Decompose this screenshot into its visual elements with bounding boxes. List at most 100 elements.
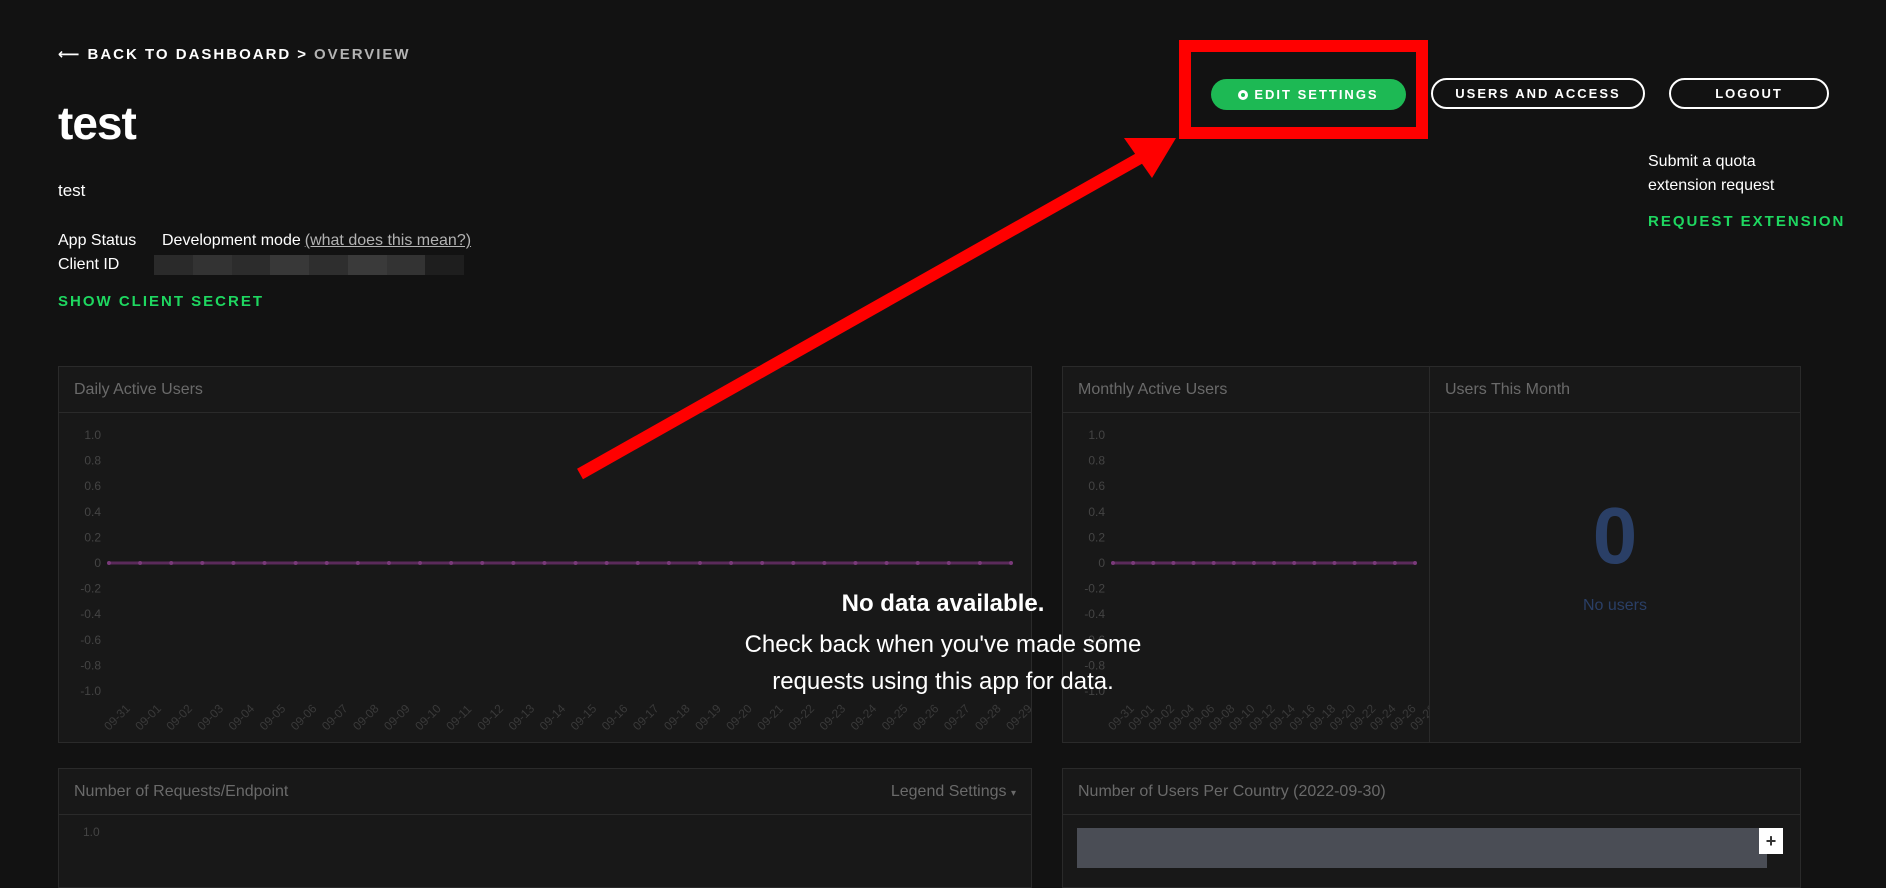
y-tick-label: 0.2 <box>1088 530 1105 544</box>
panel-title-daily: Daily Active Users <box>74 380 203 398</box>
x-tick-label: 09-13 <box>506 701 538 733</box>
data-point <box>1272 561 1277 565</box>
data-point <box>1151 561 1156 565</box>
x-tick-label: 09-09 <box>381 701 413 733</box>
x-tick-label: 09-31 <box>101 701 133 733</box>
panel-title-users-month: Users This Month <box>1445 380 1571 398</box>
data-point <box>1191 561 1196 565</box>
data-point <box>324 561 329 565</box>
x-tick-label: 09-04 <box>226 701 258 733</box>
edit-settings-button[interactable]: EDIT SETTINGS <box>1211 79 1406 110</box>
data-point <box>1413 561 1417 565</box>
x-tick-label: 09-23 <box>817 701 849 733</box>
y-tick-label: 0.8 <box>1088 454 1105 468</box>
data-point <box>200 561 205 565</box>
y-tick-label: 0.6 <box>1088 479 1105 493</box>
empty-state: No data available. Check back when you'v… <box>700 590 1186 700</box>
data-point <box>231 561 236 565</box>
data-point <box>1292 561 1297 565</box>
arrow-left-icon: ⟵ <box>58 46 82 63</box>
x-tick-label: 09-19 <box>692 701 724 733</box>
x-tick-label: 09-01 <box>132 701 164 733</box>
data-point <box>604 561 609 565</box>
empty-state-body: Check back when you've made some request… <box>744 631 1142 695</box>
x-tick-label: 09-24 <box>848 701 880 733</box>
data-point <box>107 561 111 565</box>
empty-state-heading: No data available. <box>841 590 1045 617</box>
zoom-in-button[interactable]: + <box>1759 828 1783 854</box>
back-to-dashboard-link[interactable]: BACK TO DASHBOARD <box>88 46 292 63</box>
data-point <box>853 561 858 565</box>
data-point <box>480 561 485 565</box>
y-tick-label: -0.4 <box>80 607 101 621</box>
data-point <box>542 561 547 565</box>
data-point <box>946 561 951 565</box>
data-point <box>355 561 360 565</box>
y-tick-label: 0.2 <box>84 530 101 544</box>
data-point <box>884 561 889 565</box>
x-tick-label: 09-27 <box>941 701 973 733</box>
gear-icon <box>1238 89 1249 100</box>
y-tick-label: 1.0 <box>1088 428 1105 442</box>
x-tick-label: 09-16 <box>599 701 631 733</box>
data-point <box>1352 561 1357 565</box>
app-meta: App Status Development mode (what does t… <box>58 229 471 277</box>
panel-title-requests: Number of Requests/Endpoint <box>74 782 289 800</box>
y-tick-label: 0.4 <box>84 505 101 519</box>
logout-button[interactable]: LOGOUT <box>1669 78 1829 109</box>
breadcrumb: ⟵ BACK TO DASHBOARD > OVERVIEW <box>58 45 411 63</box>
x-tick-label: 09-20 <box>723 701 755 733</box>
client-id-label: Client ID <box>58 256 120 273</box>
users-and-access-button[interactable]: USERS AND ACCESS <box>1431 78 1645 109</box>
client-id-value <box>154 255 464 275</box>
legend-settings-dropdown[interactable]: Legend Settings ▾ <box>891 783 1016 801</box>
data-point <box>262 561 267 565</box>
data-point <box>1231 561 1236 565</box>
breadcrumb-current: OVERVIEW <box>314 46 411 63</box>
x-tick-label: 09-05 <box>257 701 289 733</box>
requests-endpoint-panel: Number of Requests/Endpoint Legend Setti… <box>58 768 1032 888</box>
data-point <box>791 561 796 565</box>
data-point <box>915 561 920 565</box>
requests-ytick: 1.0 <box>83 825 100 839</box>
x-tick-label: 09-17 <box>630 701 662 733</box>
y-tick-label: -0.6 <box>80 633 101 647</box>
data-point <box>138 561 143 565</box>
data-point <box>386 561 391 565</box>
x-tick-label: 09-06 <box>288 701 320 733</box>
data-point <box>573 561 578 565</box>
request-extension-link[interactable]: REQUEST EXTENSION <box>1648 213 1845 230</box>
app-description: test <box>58 181 86 200</box>
edit-settings-label: EDIT SETTINGS <box>1254 87 1379 102</box>
y-tick-label: 0 <box>1098 556 1105 570</box>
data-point <box>729 561 734 565</box>
data-point <box>169 561 174 565</box>
world-map[interactable] <box>1077 828 1767 868</box>
data-point <box>511 561 516 565</box>
x-tick-label: 09-10 <box>412 701 444 733</box>
data-point <box>1111 561 1115 565</box>
y-tick-label: -1.0 <box>80 684 101 698</box>
breadcrumb-separator: > <box>297 46 309 63</box>
x-tick-label: 09-25 <box>879 701 911 733</box>
panel-title-monthly: Monthly Active Users <box>1078 380 1228 398</box>
x-tick-label: 09-12 <box>474 701 506 733</box>
data-point <box>1392 561 1397 565</box>
x-tick-label: 09-21 <box>754 701 786 733</box>
show-client-secret-button[interactable]: SHOW CLIENT SECRET <box>58 293 264 310</box>
data-point <box>1211 561 1216 565</box>
y-tick-label: 0.8 <box>84 454 101 468</box>
data-point <box>418 561 423 565</box>
data-point <box>760 561 765 565</box>
data-point <box>1372 561 1377 565</box>
x-tick-label: 09-02 <box>163 701 195 733</box>
data-point <box>697 561 702 565</box>
x-tick-label: 09-15 <box>568 701 600 733</box>
annotation-arrow-head <box>1124 138 1176 178</box>
app-status-label: App Status <box>58 232 137 249</box>
status-help-link[interactable]: (what does this mean?) <box>305 229 471 253</box>
panel-title-country: Number of Users Per Country (2022-09-30) <box>1078 782 1386 800</box>
y-tick-label: 0 <box>94 556 101 570</box>
y-tick-label: 0.4 <box>1088 505 1105 519</box>
x-tick-label: 09-03 <box>195 701 227 733</box>
